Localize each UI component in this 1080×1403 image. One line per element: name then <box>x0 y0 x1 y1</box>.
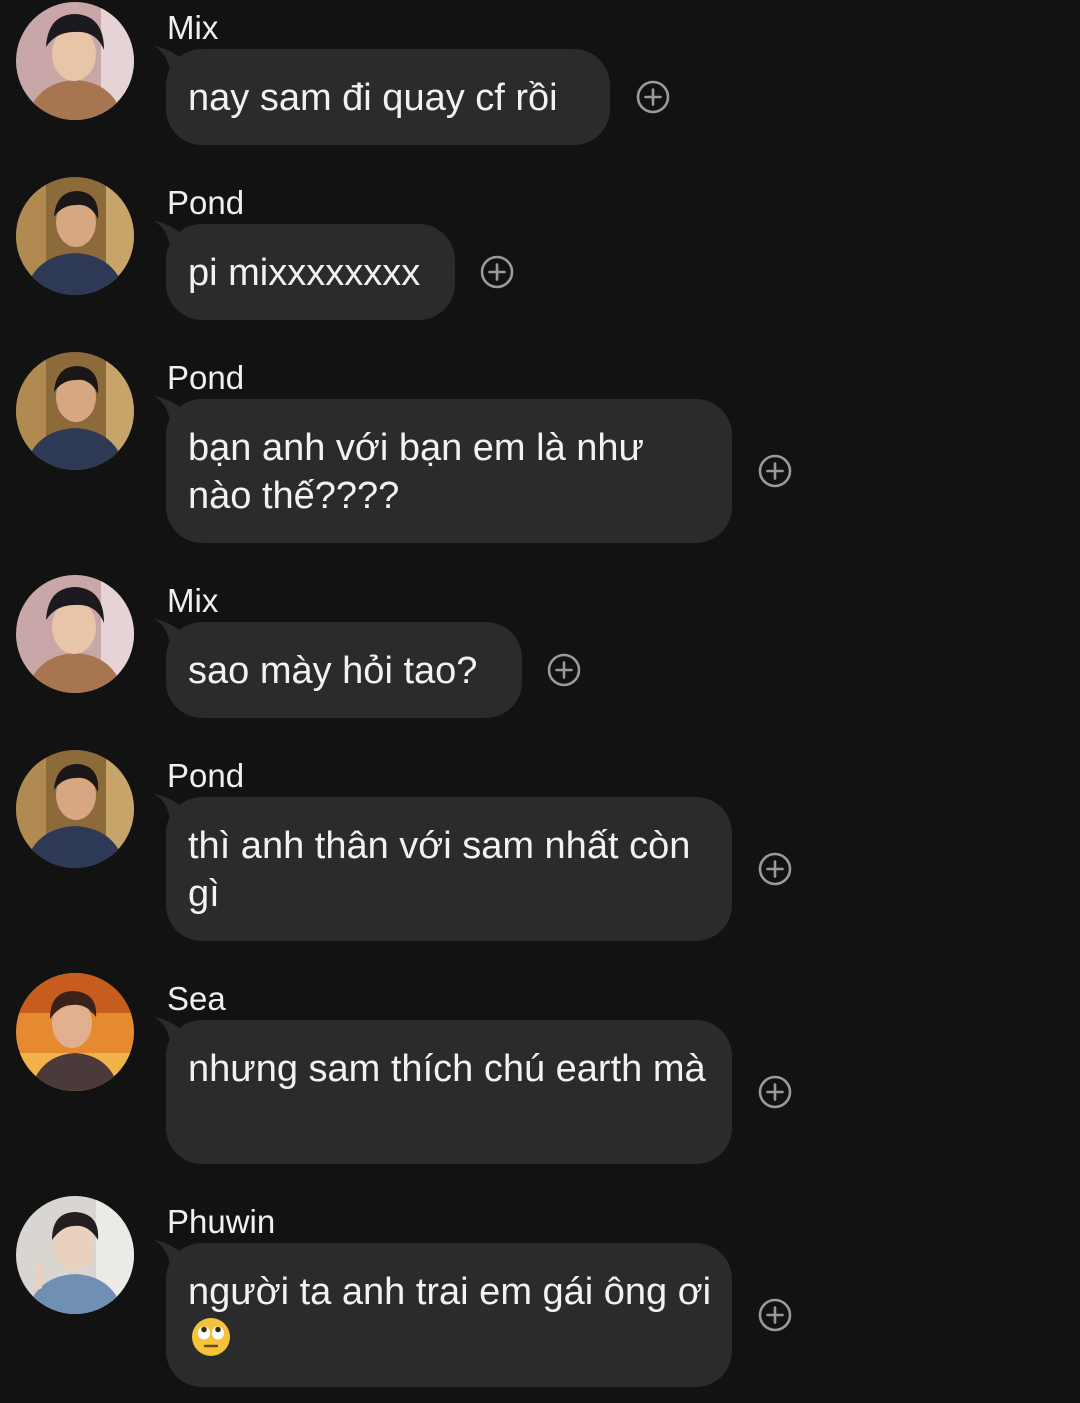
mix-avatar-icon[interactable] <box>16 575 134 693</box>
phuwin-avatar-icon[interactable] <box>16 1196 134 1314</box>
add-reaction-icon[interactable] <box>758 1298 792 1332</box>
face-with-rolling-eyes-icon <box>190 1316 232 1358</box>
message-bubble[interactable]: người ta anh trai em gái ông ơi <box>166 1243 732 1387</box>
sender-name: Pond <box>167 184 245 221</box>
pond-avatar-icon[interactable] <box>16 750 134 868</box>
message-text: người ta anh trai em gái ông ơi <box>188 1271 712 1313</box>
message-bubble[interactable]: pi mixxxxxxxx <box>166 224 455 320</box>
message-bubble[interactable]: sao mày hỏi tao? <box>166 622 522 718</box>
sender-name: Pond <box>167 359 245 396</box>
sender-name: Sea <box>167 980 226 1017</box>
sender-name: Mix <box>167 9 219 46</box>
add-reaction-icon[interactable] <box>480 255 514 289</box>
sender-name: Pond <box>167 757 245 794</box>
add-reaction-icon[interactable] <box>758 454 792 488</box>
message-bubble[interactable]: thì anh thân với sam nhất còn gì <box>166 797 732 941</box>
add-reaction-icon[interactable] <box>758 1075 792 1109</box>
add-reaction-icon[interactable] <box>547 653 581 687</box>
add-reaction-icon[interactable] <box>636 80 670 114</box>
sender-name: Mix <box>167 582 219 619</box>
pond-avatar-icon[interactable] <box>16 352 134 470</box>
sender-name: Phuwin <box>167 1203 276 1240</box>
sea-avatar-icon[interactable] <box>16 973 134 1091</box>
pond-avatar-icon[interactable] <box>16 177 134 295</box>
message-bubble[interactable]: nay sam đi quay cf rồi <box>166 49 610 145</box>
add-reaction-icon[interactable] <box>758 852 792 886</box>
message-bubble[interactable]: nhưng sam thích chú earth mà <box>166 1020 732 1164</box>
message-bubble[interactable]: bạn anh với bạn em là như nào thế???? <box>166 399 732 543</box>
mix-avatar-icon[interactable] <box>16 2 134 120</box>
